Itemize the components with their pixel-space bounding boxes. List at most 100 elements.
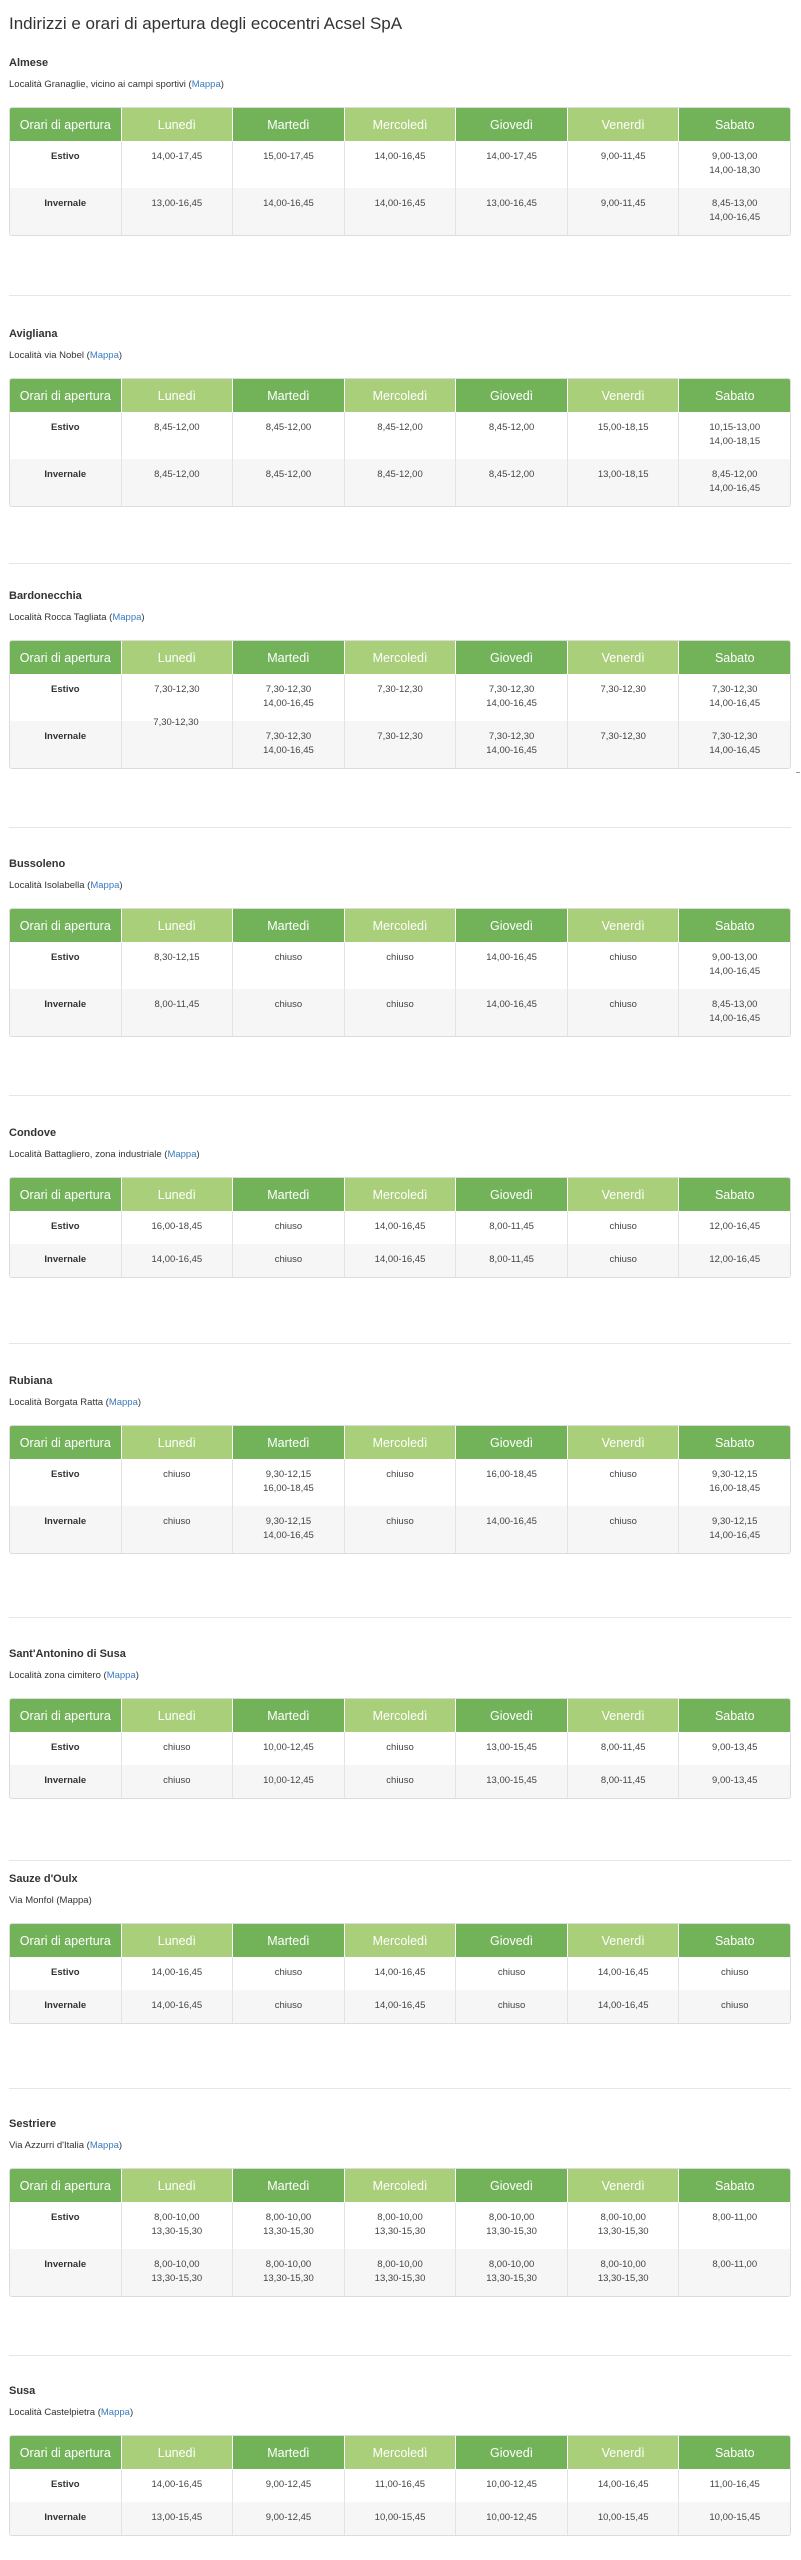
- table-header-row: Orari di apertura Lunedì Martedì Mercoledì G…: [10, 1699, 790, 1732]
- table-header-cell: Sabato: [679, 1178, 790, 1211]
- hours-cell: chiuso: [345, 1459, 457, 1506]
- table-row: Invernale 14,00-16,45 chiuso 14,00-16,45 8,0…: [10, 1244, 790, 1277]
- hours-cell: 8,00-11,45: [456, 1244, 568, 1277]
- schedule-table: Orari di apertura Lunedì Martedì Mercoledì G…: [9, 1425, 791, 1554]
- address-text: Via Monfol: [9, 1895, 54, 1906]
- hours-cell: chiuso: [568, 1244, 680, 1277]
- hours-cell: chiuso: [233, 1211, 345, 1244]
- table-row: Estivo 14,00-17,45 15,00-17,45 14,00-16,45 1…: [10, 141, 790, 188]
- map-link[interactable]: Mappa: [101, 2407, 130, 2418]
- hours-cell: 7,30-12,30 14,00-16,45: [456, 674, 568, 721]
- table-row: Estivo chiuso 10,00-12,45 chiuso 13,00-15,45…: [10, 1732, 790, 1765]
- hours-cell: 9,30-12,15 14,00-16,45: [233, 1506, 345, 1553]
- table-header-cell: Giovedì: [456, 1699, 568, 1732]
- hours-cell: 8,00-10,00 13,30-15,30: [122, 2249, 234, 2296]
- table-header-cell: Giovedì: [456, 1924, 568, 1957]
- table-header-cell: Orari di apertura: [10, 2169, 122, 2202]
- table-header-cell: Sabato: [679, 2436, 790, 2469]
- season-cell: Invernale: [10, 989, 122, 1036]
- table-row: Estivo chiuso 9,30-12,15 16,00-18,45 chiuso…: [10, 1459, 790, 1506]
- hours-cell: chiuso: [122, 1459, 234, 1506]
- hours-cell: 8,45-12,00: [456, 459, 568, 506]
- season-cell: Estivo: [10, 1459, 122, 1506]
- season-cell: Estivo: [10, 412, 122, 459]
- hours-cell: 16,00-18,45: [122, 1211, 234, 1244]
- hours-cell: chiuso: [345, 1732, 457, 1765]
- hours-cell: 14,00-16,45: [568, 1990, 680, 2023]
- table-header-cell: Sabato: [679, 1699, 790, 1732]
- map-link[interactable]: Mappa: [109, 1397, 138, 1408]
- hours-cell: 8,00-10,00 13,30-15,30: [568, 2249, 680, 2296]
- season-cell: Estivo: [10, 2469, 122, 2502]
- map-link[interactable]: Mappa: [192, 79, 221, 90]
- table-header-cell: Orari di apertura: [10, 2436, 122, 2469]
- table-header-cell: Lunedì: [121, 108, 234, 141]
- hours-cell: 7,30-12,30: [345, 721, 457, 768]
- hours-cell: 14,00-16,45: [345, 1957, 457, 1990]
- table-header-cell: Martedì: [233, 1924, 345, 1957]
- map-link[interactable]: Mappa: [167, 1149, 196, 1160]
- schedule-table: Orari di apertura Lunedì Martedì Mercoledì G…: [9, 908, 791, 1037]
- table-header-cell: Orari di apertura: [10, 1426, 122, 1459]
- table-header-row: Orari di apertura Lunedì Martedì Mercoledì G…: [10, 2169, 790, 2202]
- map-link[interactable]: Mappa: [90, 2140, 119, 2151]
- season-cell: Estivo: [10, 674, 122, 721]
- table-row: Estivo 14,00-16,45 9,00-12,45 11,00-16,45 10…: [10, 2469, 790, 2502]
- hours-cell: 13,00-15,45: [122, 2502, 234, 2535]
- season-cell: Invernale: [10, 188, 122, 235]
- season-cell: Invernale: [10, 1765, 122, 1798]
- map-link[interactable]: Mappa: [90, 880, 119, 891]
- table-header-cell: Martedì: [233, 108, 345, 141]
- schedule-table: Orari di apertura Lunedì Martedì Mercoledì G…: [9, 378, 791, 507]
- table-header-cell: Sabato: [679, 1924, 790, 1957]
- hours-cell: 7,30-12,30: [568, 674, 680, 721]
- hours-cell: 14,00-17,45: [456, 141, 568, 188]
- center-name: Condove: [9, 1127, 57, 1139]
- hours-cell: 13,00-16,45: [456, 188, 568, 235]
- hours-cell: 14,00-16,45: [345, 1990, 457, 2023]
- hours-cell: 8,45-12,00: [456, 412, 568, 459]
- center-address: Via Monfol (Mappa): [9, 1895, 92, 1906]
- season-cell: Estivo: [10, 1957, 122, 1990]
- hours-cell: 14,00-16,45: [122, 1244, 234, 1277]
- table-header-cell: Mercoledì: [344, 1699, 457, 1732]
- table-row: Estivo 16,00-18,45 chiuso 14,00-16,45 8,00-1…: [10, 1211, 790, 1244]
- hours-cell: chiuso: [122, 1506, 234, 1553]
- table-header-cell: Orari di apertura: [10, 641, 122, 674]
- table-header-cell: Mercoledì: [344, 2436, 457, 2469]
- section-divider: [9, 1343, 791, 1344]
- map-link[interactable]: Mappa: [60, 1895, 89, 1906]
- table-row: Invernale 13,00-16,45 14,00-16,45 14,00-16,…: [10, 188, 790, 235]
- hours-cell: chiuso: [456, 1957, 568, 1990]
- table-header-cell: Martedì: [233, 2169, 345, 2202]
- table-header-cell: Lunedì: [121, 1426, 234, 1459]
- schedule-table: Orari di apertura Lunedì Martedì Mercoledì G…: [9, 107, 791, 236]
- season-cell: Estivo: [10, 1732, 122, 1765]
- hours-cell: 9,30-12,15 16,00-18,45: [709, 1469, 761, 1494]
- hours-cell: chiuso: [568, 1211, 680, 1244]
- hours-cell: 8,00-11,45: [122, 989, 234, 1036]
- table-header-cell: Martedì: [233, 1178, 345, 1211]
- table-header-cell: Giovedì: [456, 1178, 568, 1211]
- table-header-cell: Lunedì: [121, 909, 234, 942]
- center-name: Avigliana: [9, 328, 58, 340]
- table-header-cell: Martedì: [233, 909, 345, 942]
- hours-cell: 10,00-12,45: [456, 2469, 568, 2502]
- table-header-cell: Mercoledì: [344, 1178, 457, 1211]
- hours-cell: 8,00-10,00 13,30-15,30: [345, 2202, 457, 2249]
- map-link[interactable]: Mappa: [90, 350, 119, 361]
- hours-cell: 15,00-18,15: [568, 412, 680, 459]
- map-link[interactable]: Mappa: [112, 612, 141, 623]
- hours-cell: chiuso: [233, 1244, 345, 1277]
- hours-cell: 15,00-17,45: [233, 141, 345, 188]
- schedule-table: Orari di apertura Lunedì Martedì Mercoledì G…: [9, 1923, 791, 2024]
- hours-cell: chiuso: [721, 1967, 749, 1978]
- hours-cell: 10,00-15,45: [345, 2502, 457, 2535]
- hours-cell: 13,00-16,45: [122, 188, 234, 235]
- table-header-row: Orari di apertura Lunedì Martedì Mercoledì G…: [10, 1178, 790, 1211]
- map-link[interactable]: Mappa: [107, 1670, 136, 1681]
- hours-cell: 9,00-12,45: [233, 2502, 345, 2535]
- table-header-cell: Martedì: [233, 1699, 345, 1732]
- hours-cell: 9,00-11,45: [568, 188, 680, 235]
- center-name: Bussoleno: [9, 858, 66, 870]
